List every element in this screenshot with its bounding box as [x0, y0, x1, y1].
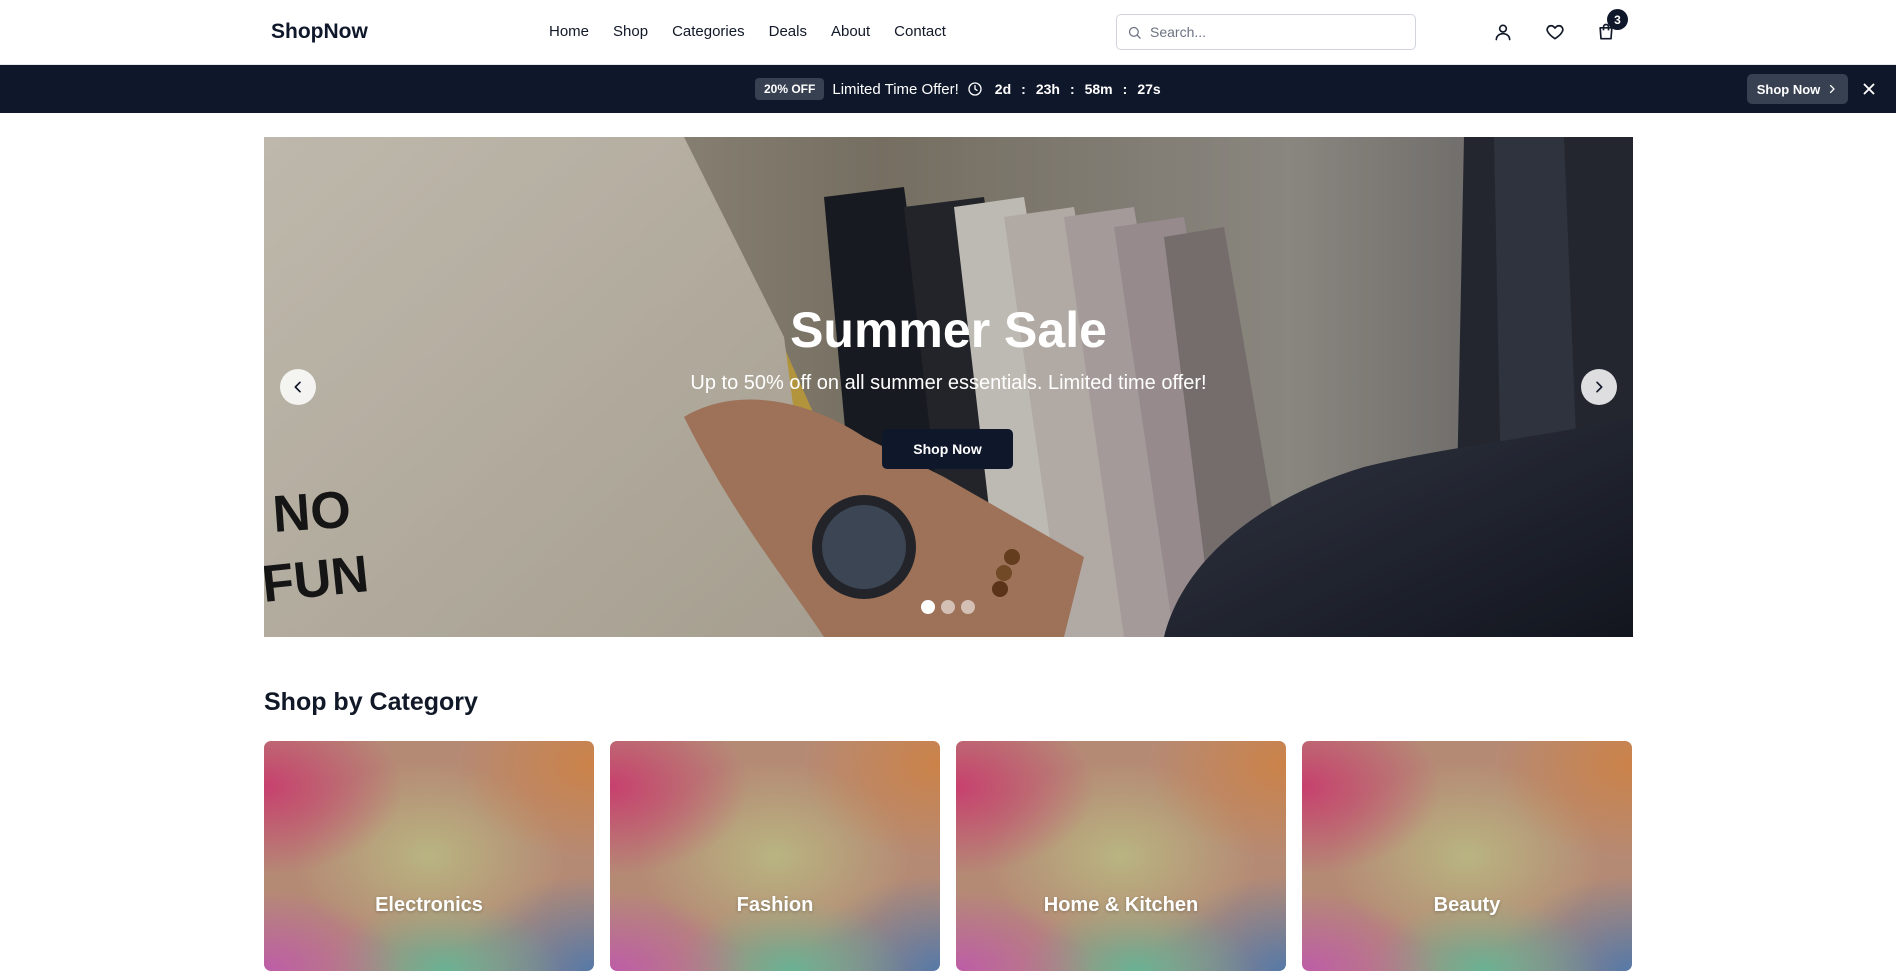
carousel-next-button[interactable]	[1581, 369, 1617, 405]
close-icon[interactable]	[1860, 80, 1878, 98]
hero-carousel: NO FUN Summer Sale Up to 50% off on all …	[264, 137, 1633, 637]
promo-bar: 20% OFF Limited Time Offer! 2d : 23h : 5…	[0, 65, 1896, 113]
category-card-fashion[interactable]: Fashion	[610, 741, 940, 971]
carousel-indicators	[921, 600, 975, 614]
category-grid: Electronics Fashion Home & Kitchen Beaut…	[264, 741, 1633, 971]
countdown-separator: :	[1021, 81, 1026, 97]
category-label: Beauty	[1433, 894, 1501, 916]
chevron-left-icon	[294, 381, 301, 393]
carousel-dot-2[interactable]	[941, 600, 955, 614]
category-card-electronics[interactable]: Electronics	[264, 741, 594, 971]
search-icon	[1128, 26, 1141, 39]
nav-deals[interactable]: Deals	[769, 23, 807, 40]
chevron-right-icon	[1830, 84, 1835, 94]
main-nav: Home Shop Categories Deals About Contact	[549, 23, 970, 40]
nav-about[interactable]: About	[831, 23, 870, 40]
search-box	[1116, 14, 1416, 50]
promo-content: 20% OFF Limited Time Offer! 2d : 23h : 5…	[755, 78, 1161, 100]
promo-button-label: Shop Now	[1756, 81, 1821, 97]
countdown-days: 2d	[994, 81, 1012, 97]
nav-contact[interactable]: Contact	[894, 23, 946, 40]
heart-icon[interactable]	[1543, 20, 1567, 44]
discount-badge: 20% OFF	[755, 78, 825, 100]
countdown-minutes: 58m	[1084, 81, 1113, 97]
carousel-prev-button[interactable]	[280, 369, 316, 405]
nav-shop[interactable]: Shop	[613, 23, 648, 40]
logo[interactable]: ShopNow	[271, 20, 368, 44]
countdown-separator: :	[1069, 81, 1075, 97]
hero-subtitle: Up to 50% off on all summer essentials. …	[690, 372, 1207, 394]
countdown-timer: 2d : 23h : 58m : 27s	[995, 81, 1161, 97]
promo-text: Limited Time Offer!	[832, 80, 959, 98]
hero-shop-now-button[interactable]: Shop Now	[882, 429, 1013, 469]
countdown-seconds: 27s	[1137, 81, 1161, 97]
carousel-dot-1[interactable]	[921, 600, 935, 614]
category-card-beauty[interactable]: Beauty	[1302, 741, 1632, 971]
section-title-categories: Shop by Category	[264, 688, 478, 716]
nav-home[interactable]: Home	[549, 23, 589, 40]
countdown-hours: 23h	[1035, 81, 1060, 97]
carousel-dot-3[interactable]	[961, 600, 975, 614]
category-label: Home & Kitchen	[1043, 894, 1199, 916]
clock-icon	[967, 81, 983, 97]
countdown-separator: :	[1122, 81, 1128, 97]
cart-count-badge: 3	[1607, 9, 1628, 30]
promo-shop-now-button[interactable]: Shop Now	[1747, 74, 1848, 104]
category-label: Fashion	[736, 894, 814, 916]
category-label: Electronics	[375, 894, 483, 916]
category-card-home-kitchen[interactable]: Home & Kitchen	[956, 741, 1286, 971]
nav-categories[interactable]: Categories	[672, 23, 745, 40]
chevron-right-icon	[1596, 381, 1603, 393]
search-input[interactable]	[1150, 24, 1400, 40]
user-icon[interactable]	[1491, 20, 1515, 44]
hero-title: Summer Sale	[790, 302, 1107, 358]
site-header: ShopNow Home Shop Categories Deals About…	[0, 0, 1896, 65]
